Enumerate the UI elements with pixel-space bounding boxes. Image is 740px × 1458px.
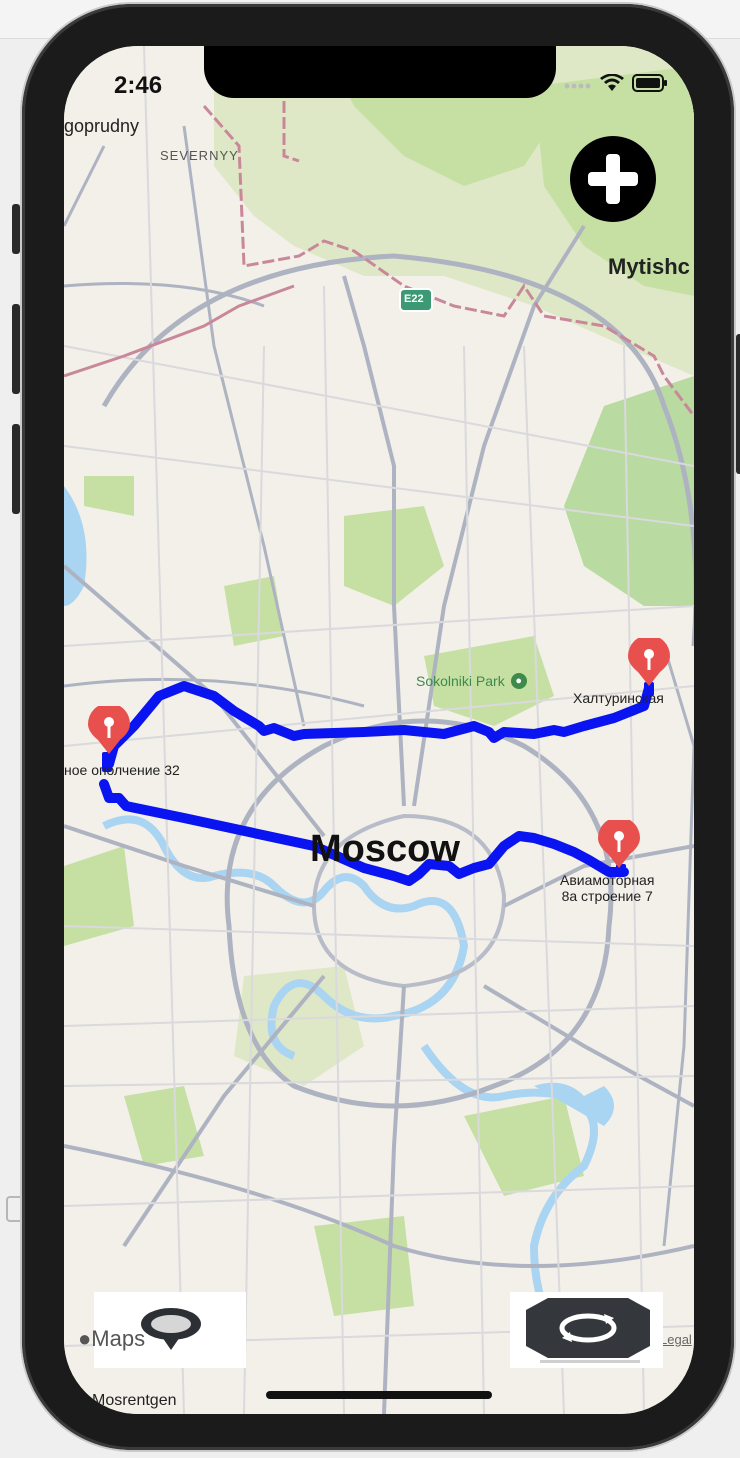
screen: 2:46 goprudny SEVERNYY Mytishc E22 Sokol… [64, 46, 694, 1414]
status-icons [564, 73, 668, 97]
notch [204, 46, 556, 98]
device-frame: 2:46 goprudny SEVERNYY Mytishc E22 Sokol… [12, 4, 740, 1450]
legal-link[interactable]: Legal [660, 1332, 692, 1347]
place-label-dolgoprudny: goprudny [64, 116, 140, 136]
place-label-severnyy: SEVERNYY [160, 148, 239, 163]
map-pin-icon [628, 635, 670, 686]
mute-switch [12, 204, 20, 254]
apple-icon: ● [78, 1326, 92, 1351]
location-pin-icon [141, 1308, 201, 1350]
status-time: 2:46 [114, 72, 163, 99]
battery-icon [632, 74, 668, 97]
add-button[interactable] [570, 136, 656, 222]
map-marker[interactable] [86, 703, 132, 761]
marker-label: ное ополчение 32 [64, 762, 180, 778]
signal-icon [564, 77, 592, 95]
refresh-icon [526, 1298, 650, 1363]
plus-icon-vertical [606, 154, 620, 204]
map-marker[interactable] [596, 817, 642, 875]
tree-icon: ● [510, 673, 527, 689]
location-button[interactable] [136, 1304, 206, 1354]
map-marker[interactable] [626, 635, 672, 693]
place-label-mosrentgen: Mosrentgen [92, 1392, 177, 1409]
map-pin-icon [88, 703, 130, 754]
home-indicator[interactable] [266, 1391, 492, 1399]
map-pin-icon [598, 817, 640, 868]
highway-shield-label: E22 [404, 293, 424, 305]
map-view[interactable] [64, 46, 694, 1414]
volume-down-button [12, 424, 20, 514]
wifi-icon [600, 73, 624, 97]
refresh-button[interactable] [510, 1292, 663, 1368]
volume-up-button [12, 304, 20, 394]
marker-label: Авиамоторная 8а строение 7 [560, 872, 655, 904]
place-label-mytishchi: Mytishc [608, 254, 690, 279]
power-button [736, 334, 740, 474]
city-label-moscow: Moscow [310, 828, 460, 870]
park-label-sokolniki[interactable]: Sokolniki Park ● [416, 673, 527, 689]
park-label-text: Sokolniki Park [416, 673, 505, 689]
